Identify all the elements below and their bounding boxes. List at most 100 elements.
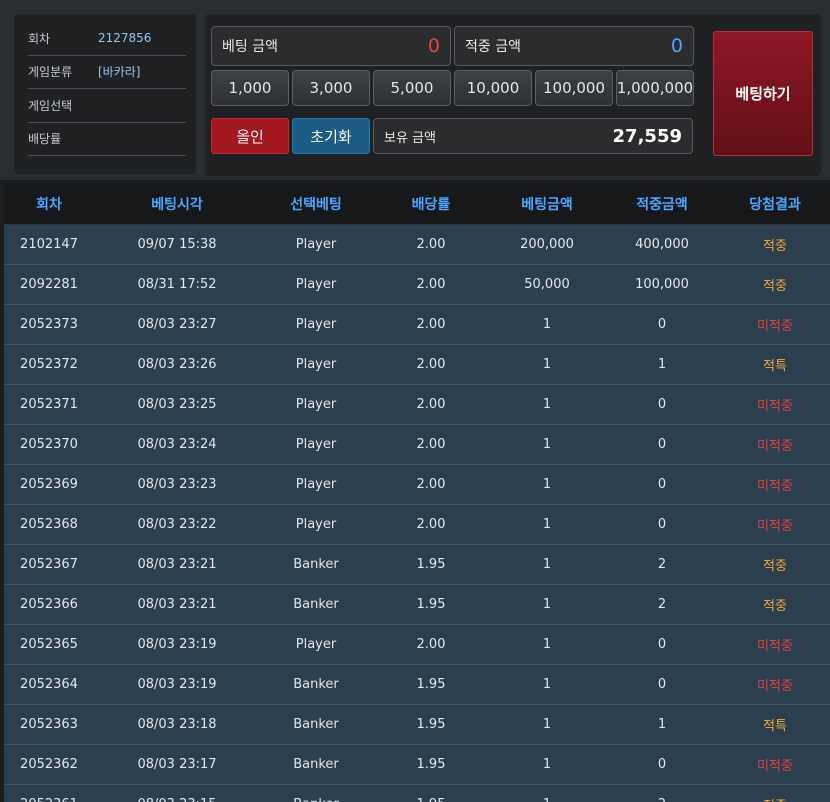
cell-result: 적중 — [720, 264, 830, 305]
reset-button[interactable]: 초기화 — [292, 118, 370, 154]
header-round: 회차 — [4, 184, 94, 225]
win-amount-value: 0 — [670, 35, 683, 57]
cell-round: 2052373 — [4, 304, 94, 345]
table-row: 2052370 08/03 23:24 Player 2.00 1 0 미적중 — [4, 424, 830, 465]
cell-result: 적중 — [720, 224, 830, 265]
info-row-category: 게임분류 [바카라] — [28, 56, 186, 89]
cell-odds: 2.00 — [372, 224, 490, 265]
cell-result: 미적중 — [720, 464, 830, 505]
cell-bet-amount: 1 — [490, 584, 604, 625]
cell-bet-amount: 50,000 — [490, 264, 604, 305]
cell-bet-time: 08/03 23:27 — [94, 304, 260, 345]
cell-result: 적특 — [720, 704, 830, 745]
cell-round: 2052372 — [4, 344, 94, 385]
cell-odds: 2.00 — [372, 464, 490, 505]
table-row: 2052365 08/03 23:19 Player 2.00 1 0 미적중 — [4, 624, 830, 665]
cell-bet-amount: 1 — [490, 544, 604, 585]
chip-1000-button[interactable]: 1,000 — [211, 70, 289, 106]
cell-odds: 2.00 — [372, 504, 490, 545]
cell-result: 미적중 — [720, 304, 830, 345]
cell-result: 미적중 — [720, 624, 830, 665]
table-header-row: 회차 베팅시각 선택베팅 배당률 베팅금액 적중금액 당첨결과 — [4, 184, 830, 225]
cell-win-amount: 1 — [604, 704, 720, 745]
chip-5000-button[interactable]: 5,000 — [373, 70, 451, 106]
cell-win-amount: 100,000 — [604, 264, 720, 305]
bet-amount-value: 0 — [427, 35, 440, 57]
cell-selection: Player — [260, 504, 372, 545]
cell-round: 2052361 — [4, 784, 94, 802]
cell-result: 적중 — [720, 544, 830, 585]
cell-selection: Player — [260, 384, 372, 425]
cell-bet-time: 08/03 23:18 — [94, 704, 260, 745]
cell-bet-time: 08/03 23:22 — [94, 504, 260, 545]
table-row: 2052372 08/03 23:26 Player 2.00 1 1 적특 — [4, 344, 830, 385]
cell-odds: 1.95 — [372, 664, 490, 705]
cell-result: 미적중 — [720, 664, 830, 705]
cell-bet-amount: 1 — [490, 784, 604, 802]
cell-result: 적특 — [720, 344, 830, 385]
cell-win-amount: 2 — [604, 584, 720, 625]
cell-odds: 2.00 — [372, 384, 490, 425]
cell-selection: Player — [260, 224, 372, 265]
cell-round: 2052368 — [4, 504, 94, 545]
bet-controls: 베팅 금액 0 적중 금액 0 1,000 3,000 5,000 10,000… — [205, 14, 821, 176]
table-row: 2052373 08/03 23:27 Player 2.00 1 0 미적중 — [4, 304, 830, 345]
cell-odds: 2.00 — [372, 304, 490, 345]
cell-win-amount: 0 — [604, 744, 720, 785]
cell-selection: Player — [260, 464, 372, 505]
cell-win-amount: 400,000 — [604, 224, 720, 265]
round-label: 회차 — [28, 31, 51, 46]
cell-win-amount: 0 — [604, 304, 720, 345]
table-row: 2052362 08/03 23:17 Banker 1.95 1 0 미적중 — [4, 744, 830, 785]
chip-1000000-button[interactable]: 1,000,000 — [616, 70, 694, 106]
cell-bet-time: 08/03 23:26 — [94, 344, 260, 385]
holdings-field: 보유 금액 27,559 — [373, 118, 693, 154]
cell-win-amount: 0 — [604, 504, 720, 545]
cell-selection: Banker — [260, 704, 372, 745]
info-row-odds: 배당률 — [28, 123, 186, 156]
cell-result: 미적중 — [720, 744, 830, 785]
chip-100000-button[interactable]: 100,000 — [535, 70, 613, 106]
cell-round: 2102147 — [4, 224, 94, 265]
cell-odds: 1.95 — [372, 744, 490, 785]
info-row-selection: 게임선택 — [28, 89, 186, 123]
cell-bet-amount: 1 — [490, 464, 604, 505]
bet-amount-field: 베팅 금액 0 — [211, 26, 451, 66]
cell-selection: Banker — [260, 584, 372, 625]
table-row: 2052371 08/03 23:25 Player 2.00 1 0 미적중 — [4, 384, 830, 425]
cell-bet-time: 08/03 23:21 — [94, 584, 260, 625]
round-value: 2127856 — [98, 31, 152, 46]
chip-10000-button[interactable]: 10,000 — [454, 70, 532, 106]
place-bet-button[interactable]: 베팅하기 — [713, 31, 813, 156]
cell-bet-amount: 1 — [490, 744, 604, 785]
allin-button[interactable]: 올인 — [211, 118, 289, 154]
cell-result: 적중 — [720, 584, 830, 625]
chip-3000-button[interactable]: 3,000 — [292, 70, 370, 106]
category-label: 게임분류 — [28, 65, 73, 80]
table-row: 2052363 08/03 23:18 Banker 1.95 1 1 적특 — [4, 704, 830, 745]
cell-bet-time: 08/03 23:24 — [94, 424, 260, 465]
cell-bet-time: 08/03 23:19 — [94, 664, 260, 705]
cell-selection: Banker — [260, 664, 372, 705]
table-row: 2052366 08/03 23:21 Banker 1.95 1 2 적중 — [4, 584, 830, 625]
cell-bet-amount: 1 — [490, 344, 604, 385]
cell-odds: 2.00 — [372, 424, 490, 465]
cell-bet-time: 09/07 15:38 — [94, 224, 260, 265]
cell-round: 2052370 — [4, 424, 94, 465]
cell-round: 2092281 — [4, 264, 94, 305]
cell-win-amount: 0 — [604, 424, 720, 465]
cell-bet-amount: 1 — [490, 384, 604, 425]
cell-odds: 1.95 — [372, 544, 490, 585]
cell-win-amount: 0 — [604, 384, 720, 425]
bet-amount-label: 베팅 금액 — [222, 39, 278, 55]
cell-round: 2052366 — [4, 584, 94, 625]
cell-bet-amount: 1 — [490, 304, 604, 345]
cell-odds: 2.00 — [372, 624, 490, 665]
game-info-box: 회차 2127856 게임분류 [바카라] 게임선택 배당률 — [14, 14, 196, 174]
cell-win-amount: 0 — [604, 624, 720, 665]
header-odds: 배당률 — [372, 184, 490, 225]
bet-history-table-wrap[interactable]: 회차 베팅시각 선택베팅 배당률 베팅금액 적중금액 당첨결과 2102147 0… — [4, 184, 830, 802]
cell-bet-time: 08/03 23:23 — [94, 464, 260, 505]
cell-odds: 1.95 — [372, 784, 490, 802]
cell-result: 미적중 — [720, 504, 830, 545]
